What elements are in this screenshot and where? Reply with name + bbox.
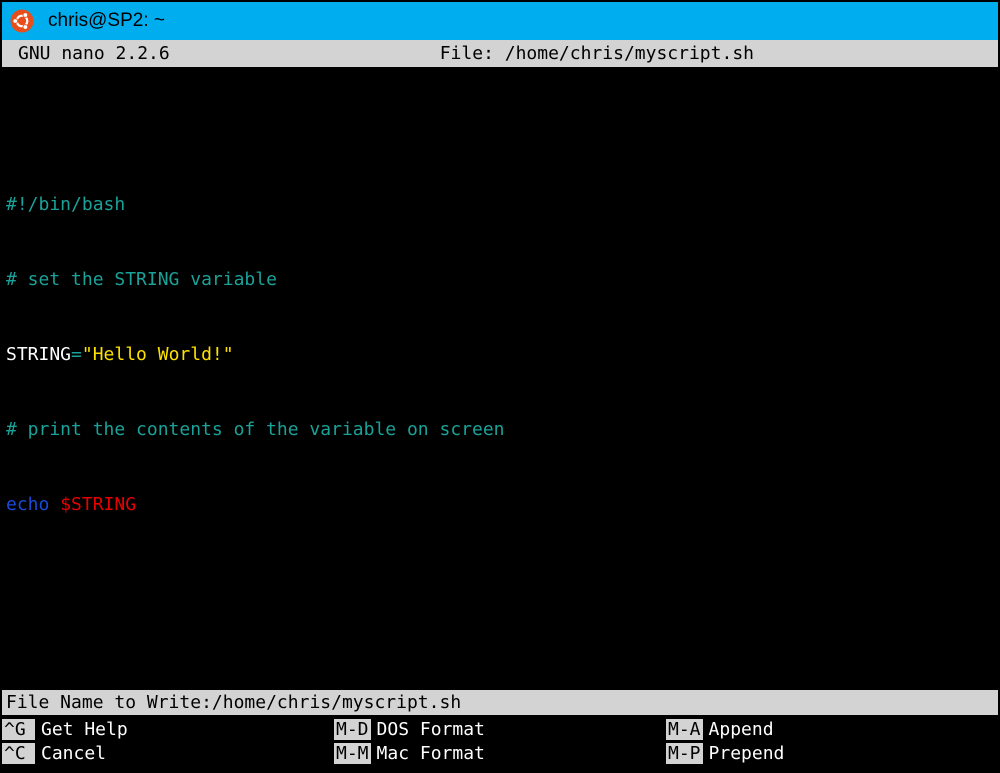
- key-label: M-M: [334, 743, 371, 764]
- code-line: #!/bin/bash: [6, 192, 994, 217]
- shortcut-label: Prepend: [705, 743, 785, 764]
- shortcut-mac-format[interactable]: M-MMac Format: [334, 741, 666, 765]
- nano-file-label: File: /home/chris/myscript.sh: [440, 43, 754, 64]
- title-bar[interactable]: chris@SP2: ~: [2, 2, 998, 40]
- code-line: echo $STRING: [6, 492, 994, 517]
- shortcut-prepend[interactable]: M-PPrepend: [666, 741, 998, 765]
- shortcut-cancel[interactable]: ^CCancel: [2, 741, 334, 765]
- terminal-window: chris@SP2: ~ GNU nano 2.2.6 File: /home/…: [0, 0, 1000, 773]
- code-line: # set the STRING variable: [6, 267, 994, 292]
- prompt-bar[interactable]: File Name to Write: /home/chris/myscript…: [2, 690, 998, 715]
- shortcut-label: Mac Format: [373, 743, 485, 764]
- code-line: # print the contents of the variable on …: [6, 417, 994, 442]
- shortcut-label: Append: [705, 719, 774, 740]
- editor-area[interactable]: #!/bin/bash # set the STRING variable ST…: [2, 67, 998, 690]
- key-label: M-P: [666, 743, 703, 764]
- prompt-value[interactable]: /home/chris/myscript.sh: [212, 692, 461, 713]
- shortcut-append[interactable]: M-AAppend: [666, 717, 998, 741]
- prompt-label: File Name to Write:: [6, 692, 212, 713]
- ubuntu-icon: [10, 9, 34, 33]
- shortcut-dos-format[interactable]: M-DDOS Format: [334, 717, 666, 741]
- shortcut-label: Get Help: [37, 719, 128, 740]
- shortcut-label: Cancel: [37, 743, 106, 764]
- key-label: M-D: [334, 719, 371, 740]
- nano-version: GNU nano 2.2.6: [18, 43, 170, 64]
- key-label: M-A: [666, 719, 703, 740]
- shortcut-label: DOS Format: [373, 719, 485, 740]
- shortcut-bar: ^GGet Help M-DDOS Format M-AAppend ^CCan…: [2, 715, 998, 771]
- code-line: STRING="Hello World!": [6, 342, 994, 367]
- window-title: chris@SP2: ~: [48, 10, 165, 32]
- nano-header: GNU nano 2.2.6 File: /home/chris/myscrip…: [2, 40, 998, 67]
- shortcut-get-help[interactable]: ^GGet Help: [2, 717, 334, 741]
- key-label: ^C: [2, 743, 35, 764]
- key-label: ^G: [2, 719, 35, 740]
